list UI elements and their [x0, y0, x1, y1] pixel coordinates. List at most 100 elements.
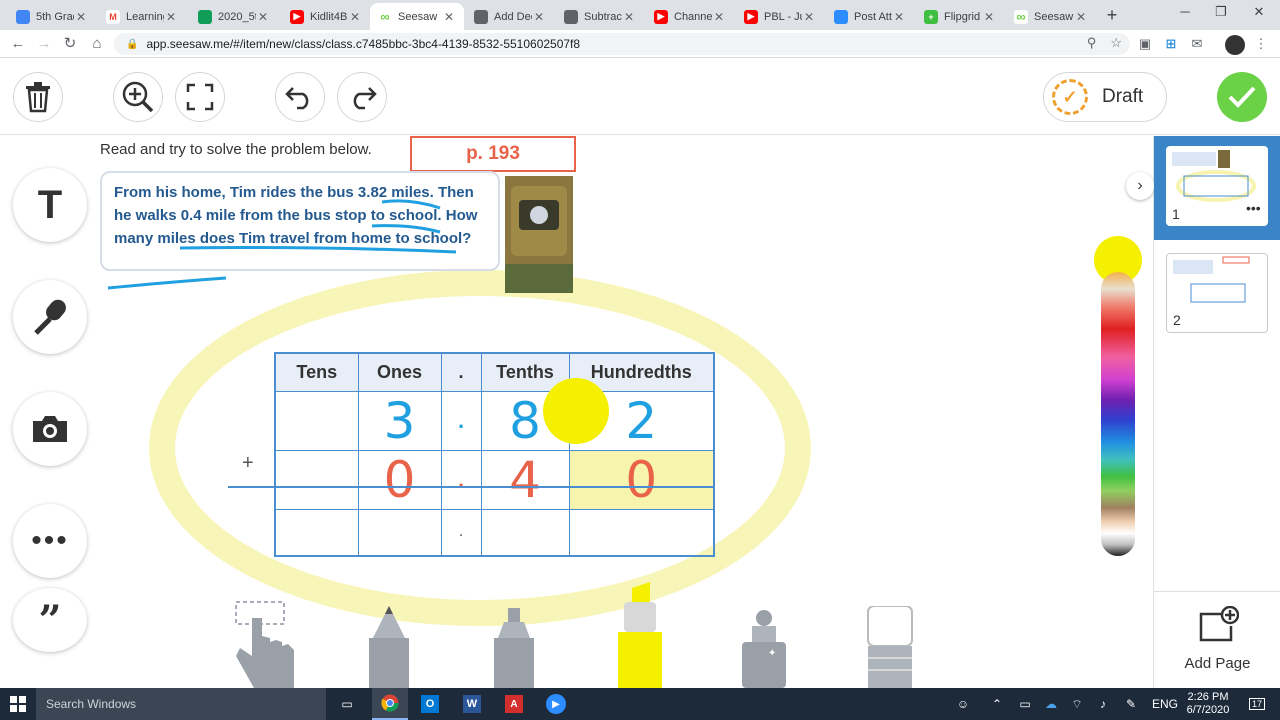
page-thumbnail-2[interactable]: 2 — [1166, 253, 1268, 333]
chevron-right-icon[interactable]: › — [1126, 172, 1154, 200]
close-icon[interactable]: ✕ — [256, 10, 270, 24]
seesaw-toolbar: ✓ Draft — [0, 59, 1280, 135]
color-palette-slider[interactable] — [1101, 272, 1135, 556]
maximize-button[interactable]: ❐ — [1206, 4, 1236, 22]
close-icon[interactable]: ✕ — [442, 10, 456, 24]
microphone-icon — [34, 299, 66, 335]
drawing-canvas[interactable]: Read and try to solve the problem below.… — [0, 136, 1152, 688]
eraser-tool[interactable] — [866, 606, 914, 688]
highlighter-tool[interactable] — [612, 582, 668, 688]
tab-post-att[interactable]: Post Att ✕ — [826, 3, 914, 30]
undo-button[interactable] — [275, 72, 325, 122]
trash-button[interactable] — [13, 72, 63, 122]
draft-button[interactable]: ✓ Draft — [1043, 72, 1167, 122]
back-arrow-icon[interactable]: ← — [8, 35, 28, 53]
close-icon[interactable]: ✕ — [532, 10, 546, 24]
tab-learning[interactable]: MLearning✕ — [98, 3, 186, 30]
zoom-in-button[interactable] — [113, 72, 163, 122]
menu-kebab-icon[interactable]: ⋮ — [1252, 35, 1270, 53]
pen-icon[interactable]: ✎ — [1120, 688, 1142, 720]
acrobat-taskbar-icon[interactable]: A — [498, 688, 530, 720]
quote-label-button[interactable]: ” — [13, 588, 87, 652]
tab-kidlit[interactable]: ▶ Kidlit4Bl ✕ — [282, 3, 370, 30]
new-tab-button[interactable]: + — [1100, 5, 1124, 25]
bookmark-star-icon[interactable]: ☆ — [1110, 35, 1122, 51]
zoom-icon[interactable]: ⚲ — [1087, 35, 1097, 51]
school-bus-icon — [505, 176, 573, 293]
add-page-button[interactable]: Add Page — [1154, 591, 1280, 688]
url-field[interactable]: 🔒 app.seesaw.me/#/item/new/class/class.c… — [114, 33, 1130, 55]
profile-avatar[interactable] — [1225, 35, 1245, 55]
pages-sidebar: › 1 ••• 2 Add Page — [1126, 136, 1280, 688]
windows-start-icon[interactable] — [0, 688, 36, 720]
notification-center-icon[interactable]: 17 — [1244, 688, 1270, 720]
tab-pbl[interactable]: ▶ PBL - Ju ✕ — [736, 3, 824, 30]
cell — [568, 508, 715, 557]
minimize-button[interactable]: ─ — [1170, 4, 1200, 22]
tab-2020[interactable]: 2020_5t ✕ — [190, 3, 278, 30]
close-icon[interactable]: ✕ — [74, 10, 88, 24]
screen: 5th Grad✕ MLearning✕ 2020_5t✕ ▶Kidlit4Bl… — [0, 0, 1280, 720]
tab-add-dec[interactable]: Add Dec ✕ — [466, 3, 554, 30]
onedrive-icon[interactable]: ☁ — [1040, 688, 1062, 720]
checkmark-icon — [1228, 86, 1256, 108]
outlook-taskbar-icon[interactable]: O — [414, 688, 446, 720]
bus-image — [505, 176, 573, 293]
marker-tool[interactable] — [490, 608, 538, 688]
more-tools-button[interactable]: ••• — [13, 504, 87, 578]
page-preview-graphic — [1172, 150, 1256, 202]
close-window-button[interactable]: ✕ — [1244, 4, 1274, 22]
page-options-icon[interactable]: ••• — [1246, 200, 1261, 216]
pencil-tool[interactable] — [365, 606, 413, 688]
tab-flipgrid[interactable]: + Flipgrid ✕ — [916, 3, 1004, 30]
chrome-taskbar-icon[interactable] — [372, 688, 408, 720]
close-icon[interactable]: ✕ — [802, 10, 816, 24]
close-icon[interactable]: ✕ — [712, 10, 726, 24]
zoom-taskbar-icon[interactable]: ▶ — [540, 688, 572, 720]
forward-arrow-icon[interactable]: → — [34, 35, 54, 53]
task-view-icon[interactable]: ▭ — [332, 688, 362, 720]
home-icon[interactable]: ⌂ — [87, 35, 107, 53]
zoom-in-icon — [122, 81, 154, 113]
camera-button[interactable] — [13, 392, 87, 466]
fullscreen-button[interactable] — [175, 72, 225, 122]
tab-seesaw-active[interactable]: ∞ Seesaw ✕ — [370, 3, 464, 30]
word-taskbar-icon[interactable]: W — [456, 688, 488, 720]
select-hand-tool[interactable] — [232, 598, 298, 688]
close-icon[interactable]: ✕ — [892, 10, 906, 24]
battery-icon[interactable]: ▭ — [1014, 688, 1036, 720]
reload-icon[interactable]: ↻ — [60, 35, 80, 53]
flipgrid-icon: + — [924, 9, 938, 24]
extension-icon[interactable]: ▣ — [1136, 35, 1154, 53]
tab-seesaw-2[interactable]: ∞ Seesaw ✕ — [1006, 3, 1096, 30]
people-icon[interactable]: ☺ — [952, 688, 974, 720]
seesaw-icon: ∞ — [378, 9, 392, 24]
close-icon[interactable]: ✕ — [1074, 10, 1088, 24]
taskbar-search-input[interactable]: Search Windows — [36, 688, 326, 720]
submit-check-button[interactable] — [1217, 72, 1267, 122]
cell — [274, 449, 359, 510]
glitter-pen-tool[interactable]: ✦ — [738, 608, 790, 688]
wifi-icon[interactable]: ⌔ — [1066, 688, 1088, 720]
clock[interactable]: 2:26 PM 6/7/2020 — [1180, 688, 1236, 720]
cell-decimal-1: . — [440, 390, 482, 451]
chevron-up-icon[interactable]: ⌃ — [986, 688, 1008, 720]
text-tool-button[interactable]: T — [13, 168, 87, 242]
tab-subtract[interactable]: Subtract ✕ — [556, 3, 644, 30]
drive-icon — [198, 9, 212, 24]
page-thumbnail-1[interactable]: 1 ••• — [1154, 136, 1280, 240]
mail-extension-icon[interactable]: ✉ — [1188, 35, 1206, 53]
microphone-button[interactable] — [13, 280, 87, 354]
close-icon[interactable]: ✕ — [348, 10, 362, 24]
trash-icon — [26, 82, 50, 113]
close-icon[interactable]: ✕ — [982, 10, 996, 24]
language-indicator[interactable]: ENG — [1150, 688, 1180, 720]
close-icon[interactable]: ✕ — [164, 10, 178, 24]
lock-icon: 🔒 — [126, 38, 139, 50]
redo-button[interactable] — [337, 72, 387, 122]
close-icon[interactable]: ✕ — [622, 10, 636, 24]
tab-5th-grade[interactable]: 5th Grad✕ — [8, 3, 96, 30]
tab-channel[interactable]: ▶ Channel ✕ — [646, 3, 734, 30]
windows-extension-icon[interactable]: ⊞ — [1162, 35, 1180, 53]
volume-icon[interactable]: ♪ — [1092, 688, 1114, 720]
